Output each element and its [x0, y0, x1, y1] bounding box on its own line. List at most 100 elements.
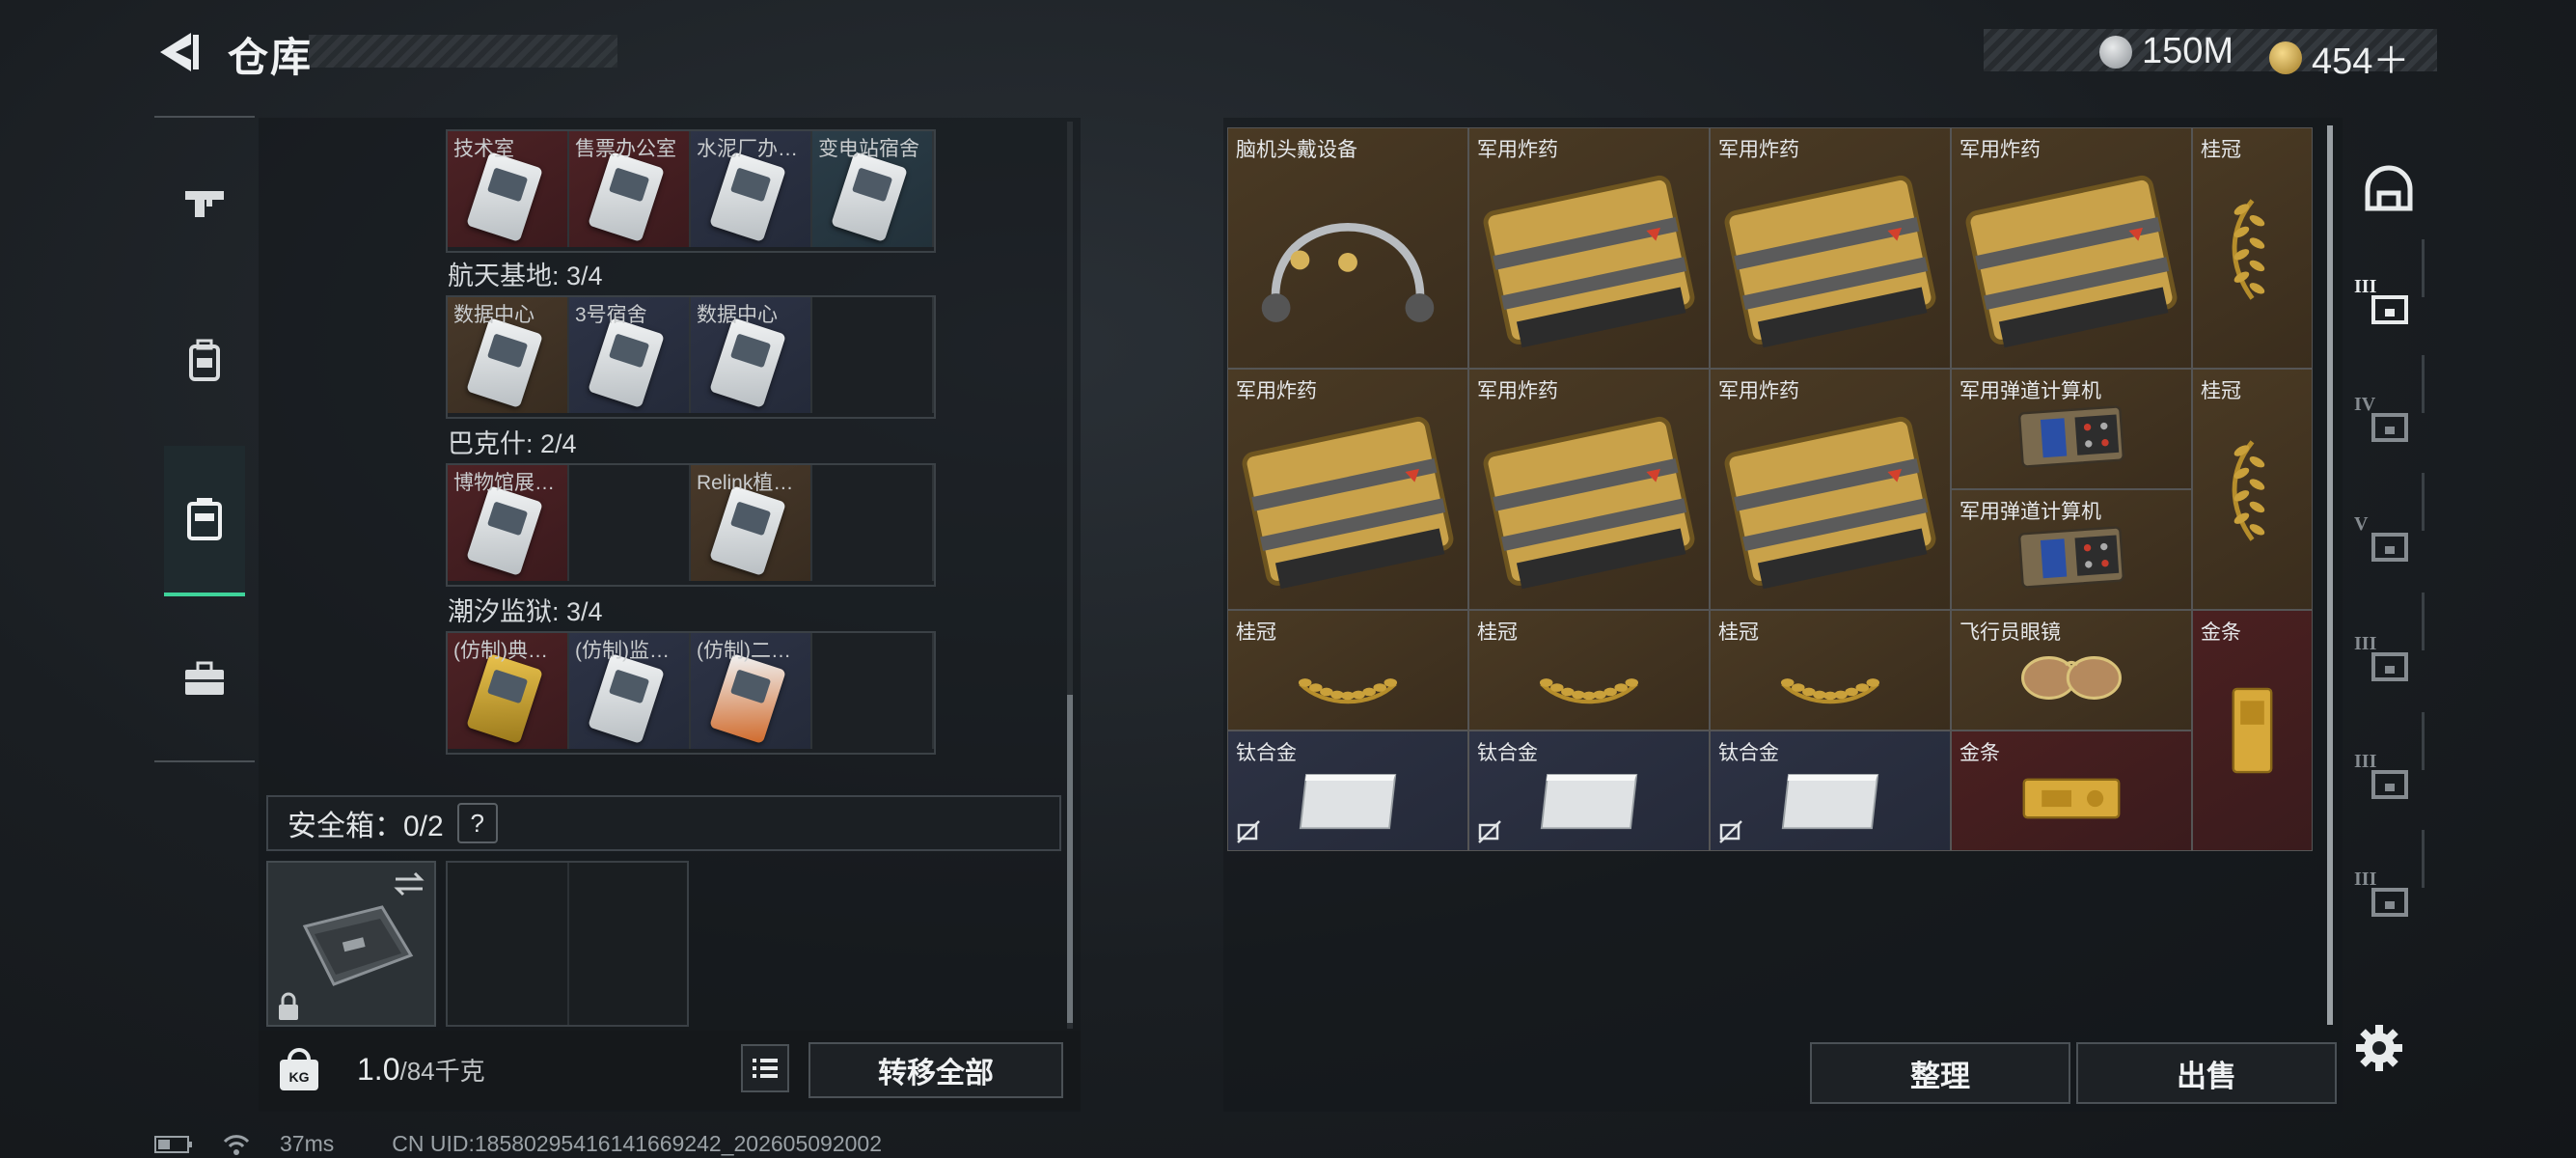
- key-slot[interactable]: 技术室: [448, 131, 569, 247]
- nav-case[interactable]: [164, 629, 245, 730]
- back-button[interactable]: [152, 27, 201, 77]
- stash-item[interactable]: 金条: [2192, 610, 2313, 851]
- nav-chest-rig[interactable]: [164, 446, 245, 596]
- gold-coin-icon: [2269, 41, 2302, 74]
- safe-case-icon: [302, 905, 414, 986]
- key-name: 数据中心: [697, 304, 778, 326]
- item-name: 军用弹道计算机: [1959, 380, 2101, 402]
- key-slot[interactable]: (仿制)监…: [569, 633, 691, 749]
- keycard-icon: [588, 151, 665, 243]
- stash-item[interactable]: 桂冠: [2192, 127, 2313, 369]
- backpack-icon: [189, 339, 220, 381]
- key-slot[interactable]: (仿制)二…: [691, 633, 812, 749]
- key-name: (仿制)典…: [453, 640, 548, 662]
- category-tab[interactable]: [2352, 154, 2425, 228]
- stash-item[interactable]: 军用炸药: [1468, 369, 1710, 610]
- item-name: 桂冠: [1718, 621, 1759, 644]
- stash-item[interactable]: 军用炸药: [1951, 127, 2192, 369]
- tier-label: III: [2354, 633, 2377, 654]
- key-slot[interactable]: [812, 633, 934, 749]
- key-slot[interactable]: (仿制)典…: [448, 633, 569, 749]
- key-slot[interactable]: [569, 465, 691, 581]
- status-bar: 37ms CN UID:1858029541614166924​2_202605…: [154, 1131, 882, 1157]
- category-tab[interactable]: IV: [2352, 388, 2425, 461]
- key-slot[interactable]: 变电站宿舍: [812, 131, 934, 247]
- help-icon[interactable]: ?: [456, 803, 498, 843]
- key-slot[interactable]: 水泥厂办…: [691, 131, 812, 247]
- list-view-button[interactable]: [741, 1044, 789, 1092]
- page-title: 仓库: [228, 35, 314, 80]
- stash-item[interactable]: 钛合金: [1710, 731, 1951, 851]
- weight-current: 1.0: [357, 1052, 400, 1087]
- safe-box-slot[interactable]: [266, 861, 436, 1027]
- key-row: 博物馆展… Relink植…: [446, 463, 936, 587]
- key-name: (仿制)二…: [697, 640, 791, 662]
- briefcase-icon: [185, 661, 224, 695]
- stash-item[interactable]: 钛合金: [1468, 731, 1710, 851]
- left-scrollbar-thumb[interactable]: [1067, 695, 1073, 1023]
- nav-backpack[interactable]: [164, 311, 245, 411]
- keycard-icon: [466, 652, 543, 745]
- item-name: 钛合金: [1236, 742, 1297, 764]
- key-name: 数据中心: [453, 304, 534, 326]
- explosive-icon: [1483, 175, 1695, 348]
- sell-button[interactable]: 出售: [2076, 1042, 2337, 1104]
- safe-box-label: 安全箱：0/2: [288, 811, 444, 842]
- nav-weapons[interactable]: [164, 154, 245, 255]
- stash-item[interactable]: 军用弹道计算机: [1951, 489, 2192, 610]
- keycard-icon: [709, 652, 786, 745]
- category-tab[interactable]: III: [2352, 270, 2425, 344]
- stash-item[interactable]: 脑机头戴设备: [1227, 127, 1468, 369]
- gold-currency[interactable]: 454＋: [2269, 31, 2409, 84]
- rig-vest-icon: [187, 498, 222, 540]
- keycard-icon: [466, 151, 543, 243]
- category-tab[interactable]: III: [2352, 863, 2425, 936]
- stash-item[interactable]: 桂冠: [1227, 610, 1468, 731]
- key-slot[interactable]: [812, 465, 934, 581]
- key-slot[interactable]: 数据中心: [691, 297, 812, 413]
- tier-label: V: [2354, 513, 2369, 535]
- gold-amount: 454＋: [2312, 41, 2410, 82]
- explosive-icon: [1724, 416, 1936, 590]
- key-slot[interactable]: Relink植…: [691, 465, 812, 581]
- key-slot[interactable]: 售票办公室: [569, 131, 691, 247]
- weight-icon: KG: [272, 1042, 326, 1096]
- key-slot[interactable]: 数据中心: [448, 297, 569, 413]
- stash-item[interactable]: 飞行员眼镜: [1951, 610, 2192, 731]
- key-slot[interactable]: 3号宿舍: [569, 297, 691, 413]
- stash-scrollbar[interactable]: [2327, 125, 2333, 1025]
- gold-bar-vertical-icon: [2232, 687, 2273, 774]
- stash-item[interactable]: 军用炸药: [1468, 127, 1710, 369]
- key-row: 技术室 售票办公室 水泥厂办… 变电站宿舍: [446, 129, 936, 253]
- category-tab[interactable]: V: [2352, 508, 2425, 581]
- item-name: 金条: [1959, 742, 2000, 764]
- swap-icon[interactable]: [392, 870, 426, 897]
- stash-item[interactable]: 军用炸药: [1227, 369, 1468, 610]
- tier-label: III: [2354, 751, 2377, 772]
- stash-item[interactable]: 军用弹道计算机: [1951, 369, 2192, 489]
- category-tab[interactable]: III: [2352, 745, 2425, 818]
- stash-item[interactable]: 桂冠: [1710, 610, 1951, 731]
- tier-label: IV: [2354, 394, 2376, 415]
- stash-item[interactable]: 军用炸药: [1710, 127, 1951, 369]
- category-tab[interactable]: III: [2352, 627, 2425, 701]
- stash-item[interactable]: 钛合金: [1227, 731, 1468, 851]
- settings-button[interactable]: [2352, 1021, 2406, 1075]
- key-slot[interactable]: [812, 297, 934, 413]
- stash-item[interactable]: 桂冠: [2192, 369, 2313, 610]
- item-name: 金条: [2201, 621, 2241, 644]
- transfer-all-button[interactable]: 转移全部: [808, 1042, 1063, 1098]
- headset-icon: [1261, 222, 1435, 322]
- item-name: 军用炸药: [1236, 380, 1317, 402]
- map-section-label: 潮汐监狱: 3/4: [448, 597, 603, 626]
- organize-button[interactable]: 整理: [1810, 1042, 2070, 1104]
- key-slot[interactable]: 博物馆展…: [448, 465, 569, 581]
- stash-item[interactable]: 军用炸药: [1710, 369, 1951, 610]
- silver-currency[interactable]: 150M: [2099, 31, 2233, 72]
- safe-box-empty-slot[interactable]: [446, 861, 689, 1027]
- key-name: Relink植…: [697, 472, 794, 494]
- list-icon: [753, 1059, 778, 1078]
- stash-item[interactable]: 桂冠: [1468, 610, 1710, 731]
- key-name: 3号宿舍: [575, 304, 647, 326]
- stash-item[interactable]: 金条: [1951, 731, 2192, 851]
